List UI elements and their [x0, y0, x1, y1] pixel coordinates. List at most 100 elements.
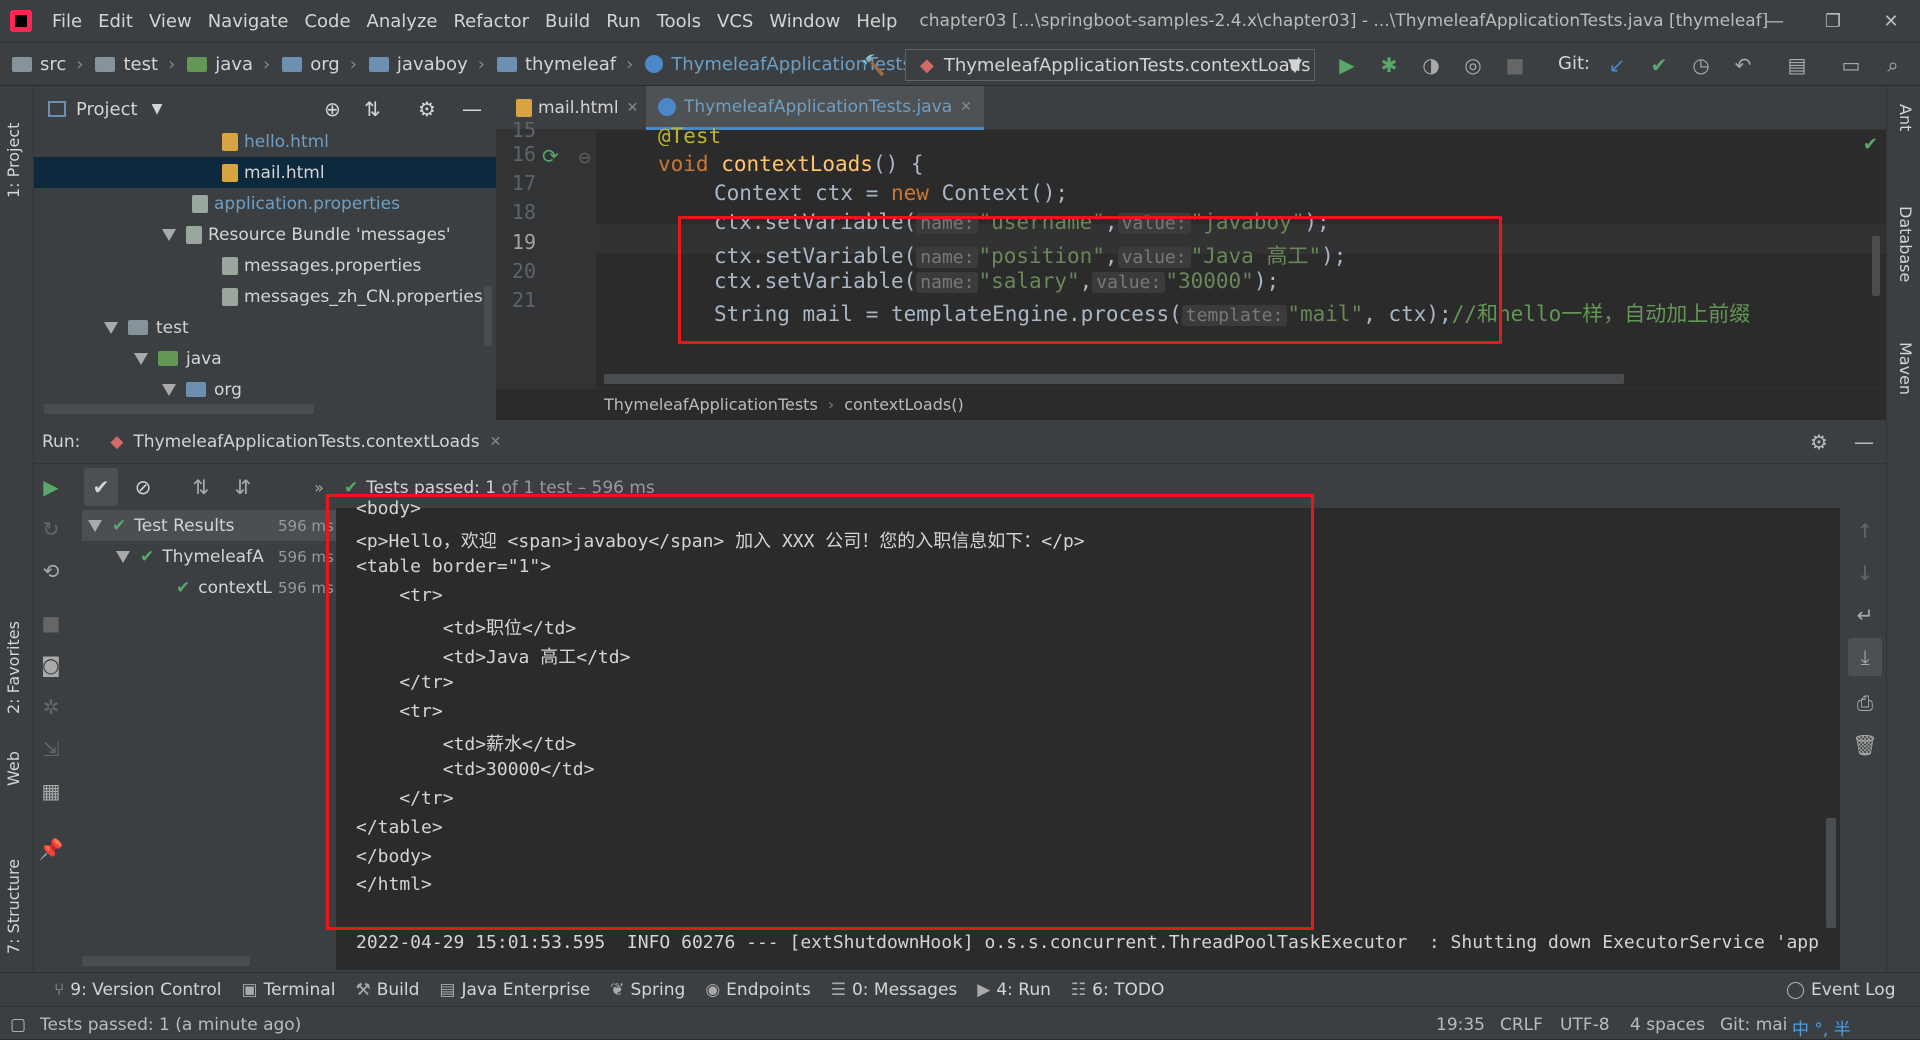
horizontal-scrollbar[interactable] [82, 956, 250, 966]
expand-arrow-icon[interactable] [162, 228, 176, 241]
hide-icon[interactable]: — [1854, 430, 1874, 454]
expand-arrow-icon[interactable] [162, 383, 176, 396]
gear-icon[interactable]: ⚙ [1810, 430, 1828, 454]
tool-spring[interactable]: ❦ Spring [610, 980, 685, 1000]
show-passed-icon[interactable]: ✔ [84, 468, 118, 506]
test-tree-root[interactable]: ✔ Test Results 596 ms [82, 510, 336, 541]
menu-refactor[interactable]: Refactor [445, 11, 537, 32]
tool-run[interactable]: ▶ 4: Run [977, 980, 1051, 1000]
coverage-icon[interactable]: ◑ [1418, 53, 1444, 77]
close-tab-icon[interactable]: ✕ [490, 434, 502, 450]
status-message[interactable]: Tests passed: 1 (a minute ago) [40, 1015, 301, 1035]
close-icon[interactable]: ✕ [1866, 0, 1916, 42]
run-tab[interactable]: ThymeleafApplicationTests.contextLoads [133, 432, 479, 452]
git-update-icon[interactable]: ↙ [1604, 53, 1630, 77]
crumb-javaboy[interactable]: javaboy › [357, 54, 485, 75]
file-encoding[interactable]: UTF-8 [1560, 1015, 1610, 1035]
minimize-icon[interactable]: — [1750, 0, 1800, 42]
rerun-failed-icon[interactable]: ↻ [34, 510, 68, 548]
close-tab-icon[interactable]: ✕ [960, 99, 972, 115]
tree-item[interactable]: messages.properties [222, 250, 421, 281]
frame-icon[interactable]: ▭ [1838, 53, 1864, 77]
search-icon[interactable]: ⌕ [1880, 53, 1906, 77]
settings-icon[interactable]: ✲ [34, 688, 68, 726]
tree-item[interactable]: hello.html [222, 126, 329, 157]
build-hammer-icon[interactable]: 🔨 [860, 53, 886, 77]
stop-icon[interactable]: ■ [1502, 53, 1528, 77]
vertical-scrollbar[interactable] [484, 286, 492, 346]
fold-icon[interactable]: ⊖ [578, 148, 591, 167]
tool-messages[interactable]: ☰ 0: Messages [831, 980, 958, 1000]
gear-icon[interactable]: ⚙ [418, 97, 436, 121]
test-tree-class[interactable]: ✔ ThymeleafA 596 ms [116, 541, 334, 572]
menu-vcs[interactable]: VCS [709, 11, 761, 32]
expand-arrow-icon[interactable] [134, 352, 148, 365]
show-ignored-icon[interactable]: ⊘ [126, 468, 160, 506]
horizontal-scrollbar[interactable] [44, 404, 314, 414]
tool-event-log[interactable]: ◯ Event Log [1786, 980, 1896, 1000]
profile-icon[interactable]: ◎ [1460, 53, 1486, 77]
layout-icon[interactable]: ▦ [34, 772, 68, 810]
vertical-scrollbar[interactable] [1826, 818, 1836, 928]
import-icon[interactable]: ⇲ [34, 730, 68, 768]
tool-todo[interactable]: ☷ 6: TODO [1071, 980, 1164, 1000]
crumb-org[interactable]: org › [270, 54, 357, 75]
crumb-src[interactable]: src › [0, 54, 83, 75]
tool-tab-ant[interactable]: Ant [1896, 104, 1915, 131]
sort-alpha-icon[interactable]: ⇅ [184, 468, 218, 506]
indent-setting[interactable]: 4 spaces [1630, 1015, 1705, 1035]
project-view-select[interactable]: Project [76, 99, 138, 120]
menu-build[interactable]: Build [537, 11, 598, 32]
tree-item[interactable]: Resource Bundle 'messages' [162, 219, 451, 250]
sort-duration-icon[interactable]: ⇵ [226, 468, 260, 506]
tool-tab-favorites[interactable]: 2: Favorites [4, 621, 23, 714]
menu-file[interactable]: File [44, 11, 90, 32]
chevron-down-icon[interactable]: ▼ [152, 101, 163, 117]
crumb-java[interactable]: java › [175, 54, 270, 75]
rerun-icon[interactable]: ▶ [34, 468, 68, 506]
rollback-icon[interactable]: ↶ [1730, 53, 1756, 77]
menu-window[interactable]: Window [761, 11, 848, 32]
tree-item-selected[interactable]: mail.html [34, 157, 496, 188]
tool-version-control[interactable]: ⑂ 9: Version Control [54, 980, 222, 1000]
breadcrumb-method[interactable]: contextLoads() [844, 395, 964, 414]
console-output[interactable]: <body> <p>Hello，欢迎 <span>javaboy</span> … [326, 494, 1840, 970]
menu-run[interactable]: Run [598, 11, 649, 32]
menu-edit[interactable]: Edit [90, 11, 141, 32]
status-toggle-icon[interactable]: ▢ [10, 1015, 26, 1035]
run-icon[interactable]: ▶ [1334, 53, 1360, 77]
tool-tab-maven[interactable]: Maven [1896, 342, 1915, 395]
menu-code[interactable]: Code [296, 11, 358, 32]
code-line-17[interactable]: Context ctx = new Context(); [714, 181, 1068, 205]
tool-java-enterprise[interactable]: ▤ Java Enterprise [439, 980, 590, 1000]
print-icon[interactable]: ⎙ [1848, 684, 1882, 722]
breadcrumb-class[interactable]: ThymeleafApplicationTests [604, 395, 818, 414]
trash-icon[interactable]: 🗑 [1848, 726, 1882, 764]
locate-icon[interactable]: ⊕ [324, 97, 341, 121]
expand-arrow-icon[interactable] [116, 550, 130, 563]
restore-icon[interactable]: ❐ [1808, 0, 1858, 42]
tool-build[interactable]: ⚒ Build [355, 980, 419, 1000]
menu-help[interactable]: Help [848, 11, 905, 32]
ime-indicator[interactable]: 中 °, 半 [1792, 1015, 1851, 1040]
tool-tab-structure[interactable]: 7: Structure [4, 859, 23, 954]
scroll-to-end-icon[interactable]: ⤓ [1848, 638, 1882, 676]
caret-position[interactable]: 19:35 [1436, 1015, 1485, 1035]
line-separator[interactable]: CRLF [1500, 1015, 1543, 1035]
tool-tab-database[interactable]: Database [1896, 206, 1915, 282]
menu-navigate[interactable]: Navigate [200, 11, 297, 32]
menu-tools[interactable]: Tools [649, 11, 709, 32]
up-arrow-icon[interactable]: ↑ [1848, 512, 1882, 550]
git-branch[interactable]: Git: mai [1720, 1015, 1787, 1035]
code-line-15[interactable]: @Test [658, 124, 721, 146]
history-icon[interactable]: ◷ [1688, 53, 1714, 77]
down-arrow-icon[interactable]: ↓ [1848, 554, 1882, 592]
tool-tab-project[interactable]: 1: Project [4, 123, 23, 198]
tool-tab-web[interactable]: Web [4, 751, 23, 786]
menu-analyze[interactable]: Analyze [359, 11, 446, 32]
stop-icon[interactable]: ■ [34, 604, 68, 642]
test-tree-method[interactable]: ✔ contextL 596 ms [176, 572, 334, 603]
project-structure-icon[interactable]: ▤ [1784, 53, 1810, 77]
hide-icon[interactable]: — [462, 97, 482, 121]
expand-arrow-icon[interactable] [88, 519, 102, 532]
